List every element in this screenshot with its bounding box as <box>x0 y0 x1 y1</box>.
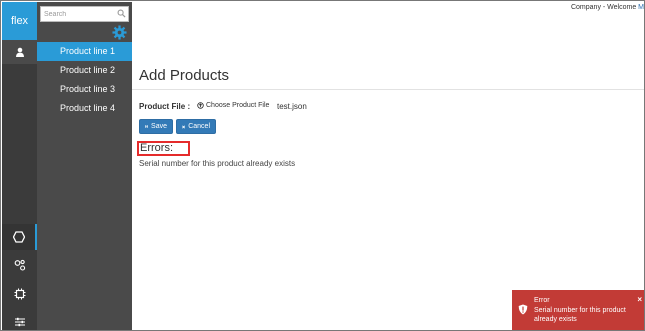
search-icon[interactable] <box>117 9 126 18</box>
sidebar-item-product-line-2[interactable]: Product line 2 <box>37 61 132 80</box>
hexagon-icon <box>12 231 25 243</box>
cancel-button[interactable]: Cancel <box>176 119 216 134</box>
errors-title: Errors: <box>140 142 173 154</box>
error-message: Serial number for this product already e… <box>139 159 296 168</box>
save-label: Save <box>151 123 167 130</box>
error-toast: Error Serial number for this product alr… <box>512 290 644 330</box>
hexagon-nav-button[interactable] <box>2 224 37 250</box>
shield-error-icon <box>518 304 528 315</box>
search-box <box>40 6 129 22</box>
user-icon <box>15 47 24 57</box>
icon-rail: flex <box>2 2 37 330</box>
toast-title: Error <box>534 297 550 304</box>
choose-file-button[interactable]: Choose Product File <box>197 102 269 109</box>
user-button[interactable] <box>2 40 37 64</box>
sliders-icon <box>14 317 25 327</box>
nodes-nav-button[interactable] <box>2 252 37 278</box>
chip-nav-button[interactable] <box>2 281 37 307</box>
app-logo: flex <box>2 2 37 40</box>
nodes-icon <box>14 259 25 271</box>
welcome-header: Company - Welcome M <box>571 4 644 11</box>
selected-file-name: test.json <box>277 102 307 111</box>
floppy-icon <box>145 125 148 128</box>
page-title: Add Products <box>139 67 230 84</box>
app-window: flex Search Product line 1 Product line … <box>0 0 645 331</box>
divider <box>132 89 644 90</box>
save-button[interactable]: Save <box>139 119 173 134</box>
sidebar-item-product-line-4[interactable]: Product line 4 <box>37 99 132 118</box>
close-icon <box>182 125 186 128</box>
user-name-link[interactable]: M <box>638 4 644 11</box>
logo-text: flex <box>10 15 29 27</box>
cancel-label: Cancel <box>188 123 210 130</box>
sidebar-item-product-line-1[interactable]: Product line 1 <box>37 42 132 61</box>
gear-icon[interactable] <box>112 25 127 40</box>
upload-icon <box>197 102 204 109</box>
toast-close-button[interactable]: × <box>637 295 642 304</box>
choose-file-label: Choose Product File <box>206 102 270 109</box>
company-welcome-text: Company - Welcome <box>570 4 639 11</box>
settings-nav-button[interactable] <box>2 309 37 330</box>
search-input[interactable] <box>41 7 117 21</box>
product-file-label: Product File : <box>139 102 191 111</box>
sidebar-item-product-line-3[interactable]: Product line 3 <box>37 80 132 99</box>
chip-icon <box>14 288 25 300</box>
toast-message: Serial number for this product already e… <box>534 307 626 323</box>
product-tree-sidebar: Product line 1 Product line 2 Product li… <box>37 2 132 330</box>
